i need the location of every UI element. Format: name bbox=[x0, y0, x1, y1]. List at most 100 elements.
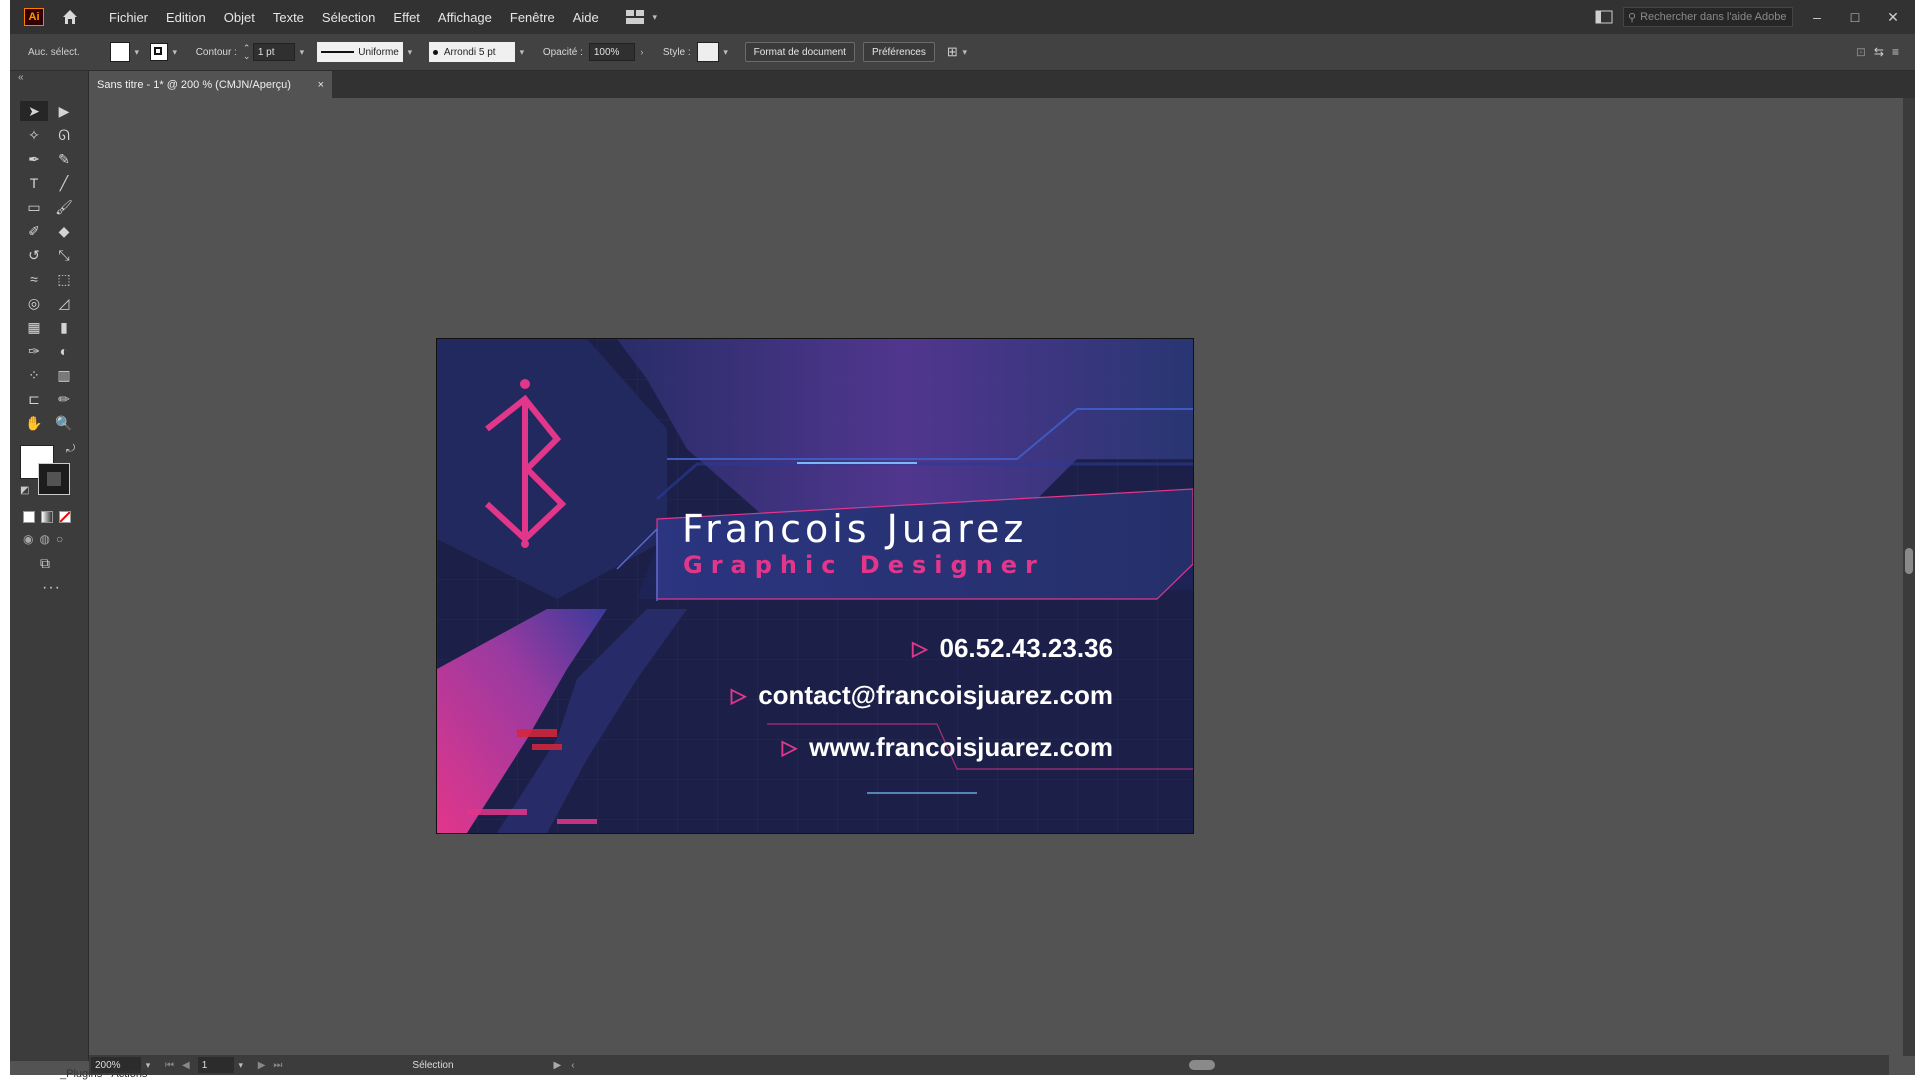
screen-mode-icon[interactable]: ⧉ bbox=[40, 555, 50, 572]
opacity-field[interactable]: 100% bbox=[588, 43, 635, 61]
vertical-scrollbar[interactable] bbox=[1903, 98, 1915, 1056]
slice-tool-icon[interactable]: ✏ bbox=[50, 389, 78, 409]
type-tool-icon[interactable]: T bbox=[20, 173, 48, 193]
chevron-down-icon[interactable]: ▾ bbox=[403, 47, 417, 58]
artboard-business-card[interactable]: Francois Juarez Graphic Designer ▷ 06.52… bbox=[436, 338, 1194, 834]
stroke-color-box[interactable] bbox=[38, 463, 70, 495]
stepper-icon[interactable]: ⌃ ⌄ bbox=[243, 44, 253, 61]
gradient-tool-icon[interactable]: ▮ bbox=[50, 317, 78, 337]
menu-affichage[interactable]: Affichage bbox=[429, 10, 501, 25]
minimize-button[interactable]: – bbox=[1803, 7, 1831, 27]
rotate-tool-icon[interactable]: ↺ bbox=[20, 245, 48, 265]
menu-objet[interactable]: Objet bbox=[215, 10, 264, 25]
swap-colors-icon[interactable]: ⤾ bbox=[66, 443, 75, 456]
default-colors-icon[interactable]: ◩ bbox=[20, 485, 29, 496]
vertical-scroll-thumb[interactable] bbox=[1905, 548, 1913, 574]
brush-select[interactable]: Arrondi 5 pt bbox=[428, 42, 515, 62]
draw-normal-icon[interactable]: ◉ bbox=[23, 532, 33, 546]
chevron-down-icon[interactable]: ▾ bbox=[234, 1060, 248, 1071]
draw-behind-icon[interactable]: ◍ bbox=[39, 532, 49, 546]
triangle-bullet-icon: ▷ bbox=[730, 685, 747, 707]
stroke-profile-label: Uniforme bbox=[358, 46, 399, 58]
graphic-style-swatch[interactable] bbox=[696, 42, 719, 62]
horizontal-scroll-thumb[interactable] bbox=[1189, 1060, 1215, 1070]
shaper-tool-icon[interactable]: ✐ bbox=[20, 221, 48, 241]
workspace-switcher[interactable]: ▾ bbox=[625, 10, 662, 24]
artboard-number-field[interactable]: 1 bbox=[197, 1057, 234, 1073]
menu-effet[interactable]: Effet bbox=[384, 10, 429, 25]
prev-artboard-icon[interactable]: ◀ bbox=[182, 1060, 190, 1071]
close-icon[interactable]: × bbox=[318, 79, 324, 91]
symbol-sprayer-tool-icon[interactable]: ⁘ bbox=[20, 365, 48, 385]
collapse-panel-icon[interactable]: « bbox=[10, 71, 88, 93]
pen-tool-icon[interactable]: ✒ bbox=[20, 149, 48, 169]
opacity-label: Opacité : bbox=[542, 46, 583, 58]
warp-tool-icon[interactable]: ≈ bbox=[20, 269, 48, 289]
more-tools-icon[interactable]: ··· bbox=[42, 579, 61, 597]
artboard-nav: ⏮ ◀ bbox=[165, 1060, 190, 1071]
document-setup-button[interactable]: Format de document bbox=[744, 42, 855, 62]
card-email-line: ▷ contact@francoisjuarez.com bbox=[731, 680, 1113, 711]
selection-tool-icon[interactable]: ➤ bbox=[20, 101, 48, 121]
chevron-down-icon[interactable]: ▾ bbox=[295, 47, 309, 58]
help-search-input[interactable]: ⚲ Rechercher dans l'aide Adobe bbox=[1623, 7, 1793, 27]
preferences-button[interactable]: Préférences bbox=[862, 42, 935, 62]
eyedropper-tool-icon[interactable]: ✑ bbox=[20, 341, 48, 361]
last-artboard-icon[interactable]: ⏭ bbox=[273, 1060, 282, 1071]
card-job-title: Graphic Designer bbox=[683, 551, 1045, 579]
distribute-icon[interactable]: ⇆ bbox=[1874, 45, 1884, 59]
chevron-down-icon[interactable]: ▾ bbox=[719, 47, 733, 58]
menu-selection[interactable]: Sélection bbox=[313, 10, 384, 25]
eraser-tool-icon[interactable]: ◆ bbox=[50, 221, 78, 241]
lasso-tool-icon[interactable]: ᘏ bbox=[50, 125, 78, 145]
arrange-icon[interactable]: ⊡ bbox=[1856, 45, 1866, 59]
align-icon[interactable]: ⊞ bbox=[947, 44, 958, 60]
gradient-mode-icon[interactable] bbox=[41, 511, 53, 523]
curvature-tool-icon[interactable]: ✎ bbox=[50, 149, 78, 169]
first-artboard-icon[interactable]: ⏮ bbox=[165, 1060, 174, 1071]
hand-tool-icon[interactable]: ✋ bbox=[20, 413, 48, 433]
chevron-down-icon[interactable]: ▾ bbox=[168, 47, 182, 58]
chevron-right-icon[interactable]: › bbox=[635, 47, 649, 57]
chevron-down-icon[interactable]: ▾ bbox=[958, 47, 972, 58]
shape-builder-tool-icon[interactable]: ◎ bbox=[20, 293, 48, 313]
scale-tool-icon[interactable]: ⤡ bbox=[50, 245, 78, 265]
draw-inside-icon[interactable]: ○ bbox=[56, 532, 63, 546]
status-menu-icon[interactable]: ▶ bbox=[554, 1060, 562, 1071]
chevron-down-icon[interactable]: ▾ bbox=[515, 47, 529, 58]
artboard-tool-icon[interactable]: ⊏ bbox=[20, 389, 48, 409]
perspective-grid-tool-icon[interactable]: ◿ bbox=[50, 293, 78, 313]
panel-toggle-icon[interactable] bbox=[1595, 10, 1613, 24]
paintbrush-tool-icon[interactable]: 🖌 bbox=[50, 197, 78, 217]
home-icon[interactable] bbox=[60, 7, 80, 27]
scroll-left-icon[interactable]: ‹ bbox=[571, 1060, 574, 1071]
magic-wand-tool-icon[interactable]: ✧ bbox=[20, 125, 48, 145]
close-window-button[interactable]: ✕ bbox=[1879, 7, 1907, 27]
tab-document[interactable]: Sans titre - 1* @ 200 % (CMJN/Aperçu) × bbox=[87, 71, 332, 98]
direct-selection-tool-icon[interactable]: ▶ bbox=[50, 101, 78, 121]
stroke-swatch[interactable] bbox=[149, 43, 168, 61]
zoom-tool-icon[interactable]: 🔍 bbox=[50, 413, 78, 433]
stroke-profile-select[interactable]: Uniforme bbox=[316, 42, 403, 62]
next-artboard-icon[interactable]: ▶ bbox=[258, 1060, 266, 1071]
maximize-button[interactable]: □ bbox=[1841, 7, 1869, 27]
graph-tool-icon[interactable]: ▥ bbox=[50, 365, 78, 385]
menu-edition[interactable]: Edition bbox=[157, 10, 215, 25]
chevron-down-icon[interactable]: ▾ bbox=[130, 47, 144, 58]
stroke-weight-field[interactable]: 1 pt bbox=[252, 43, 295, 61]
menu-aide[interactable]: Aide bbox=[564, 10, 608, 25]
rectangle-tool-icon[interactable]: ▭ bbox=[20, 197, 48, 217]
menu-fichier[interactable]: Fichier bbox=[100, 10, 157, 25]
menu-texte[interactable]: Texte bbox=[264, 10, 313, 25]
status-bar: 200% ▾ ⏮ ◀ 1 ▾ ▶ ⏭ Sélection ▶ ‹ bbox=[89, 1055, 1889, 1075]
fill-swatch[interactable] bbox=[109, 42, 130, 62]
blend-tool-icon[interactable]: ◐ bbox=[50, 341, 78, 361]
none-mode-icon[interactable] bbox=[59, 511, 71, 523]
search-icon: ⚲ bbox=[1628, 11, 1637, 24]
free-transform-tool-icon[interactable]: ⬚ bbox=[50, 269, 78, 289]
color-mode-icon[interactable] bbox=[23, 511, 35, 523]
panel-menu-icon[interactable]: ≡ bbox=[1892, 45, 1899, 59]
mesh-tool-icon[interactable]: ▦ bbox=[20, 317, 48, 337]
menu-fenetre[interactable]: Fenêtre bbox=[501, 10, 564, 25]
line-tool-icon[interactable]: ╱ bbox=[50, 173, 78, 193]
